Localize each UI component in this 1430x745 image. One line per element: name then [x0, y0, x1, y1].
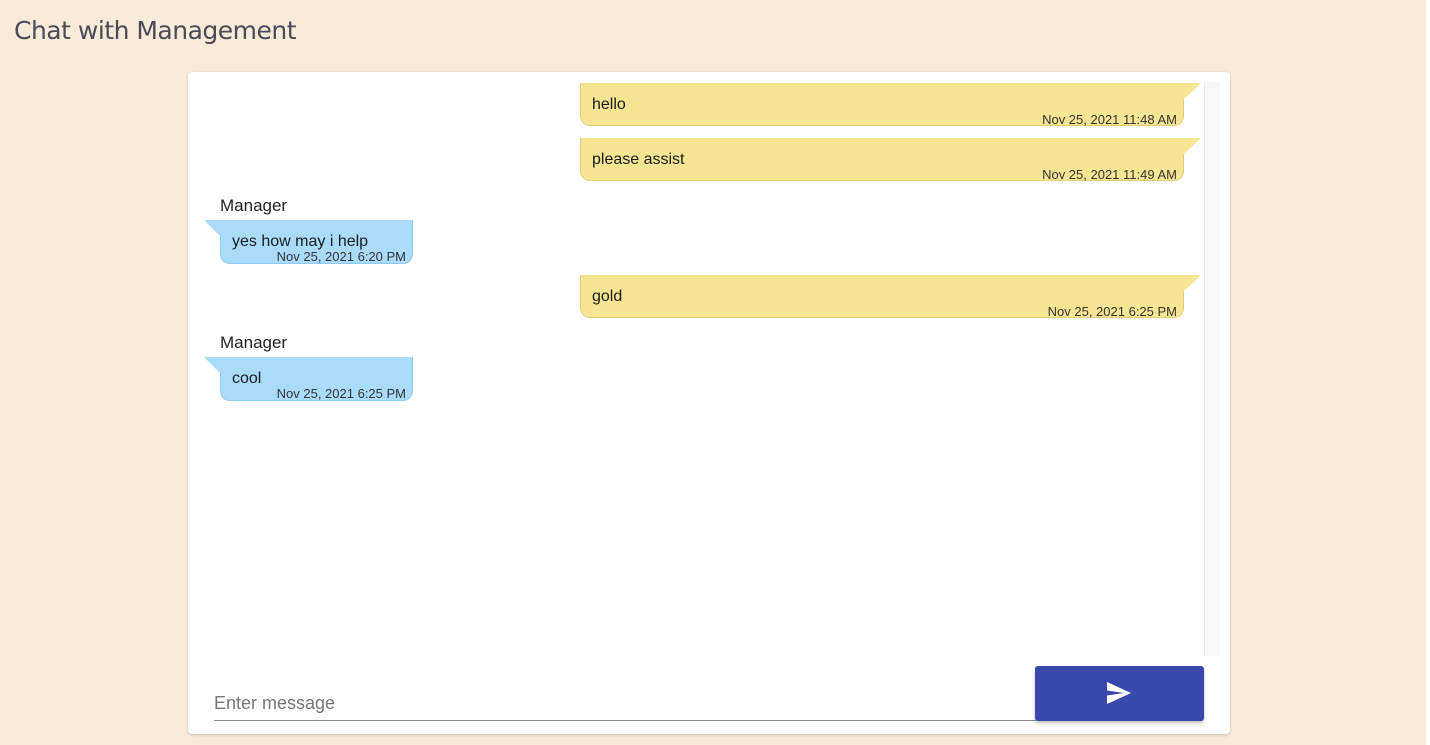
outgoing-message: gold Nov 25, 2021 6:25 PM: [580, 275, 1201, 319]
message-text: cool: [232, 370, 262, 387]
message-text: hello: [592, 96, 626, 113]
incoming-message: cool Nov 25, 2021 6:25 PM: [204, 357, 413, 401]
message-text: please assist: [592, 151, 685, 168]
message-sender: Manager: [220, 333, 288, 352]
message-input-wrapper: [214, 682, 1036, 721]
message-text: gold: [592, 288, 623, 305]
message-list[interactable]: hello Nov 25, 2021 11:48 AM please assis…: [188, 72, 1204, 656]
send-button[interactable]: [1035, 666, 1204, 721]
outgoing-message: hello Nov 25, 2021 11:48 AM: [580, 83, 1201, 127]
message-timestamp: Nov 25, 2021 11:48 AM: [1042, 112, 1177, 127]
chat-card: hello Nov 25, 2021 11:48 AM please assis…: [188, 72, 1230, 734]
message-timestamp: Nov 25, 2021 6:25 PM: [1047, 304, 1177, 319]
message-timestamp: Nov 25, 2021 6:25 PM: [276, 386, 406, 401]
message-list-scrollbar[interactable]: [1204, 82, 1220, 656]
right-edge-strip: [1426, 0, 1430, 745]
page-title: Chat with Management: [14, 16, 297, 45]
message-sender: Manager: [220, 196, 288, 215]
page: Chat with Management hello Nov 25, 2021 …: [0, 0, 1430, 745]
message-input[interactable]: [214, 690, 1036, 716]
message-timestamp: Nov 25, 2021 11:49 AM: [1042, 167, 1177, 182]
send-icon: [1107, 682, 1131, 704]
incoming-message: yes how may i help Nov 25, 2021 6:20 PM: [204, 220, 413, 264]
outgoing-message: please assist Nov 25, 2021 11:49 AM: [580, 138, 1201, 182]
message-timestamp: Nov 25, 2021 6:20 PM: [276, 249, 406, 264]
